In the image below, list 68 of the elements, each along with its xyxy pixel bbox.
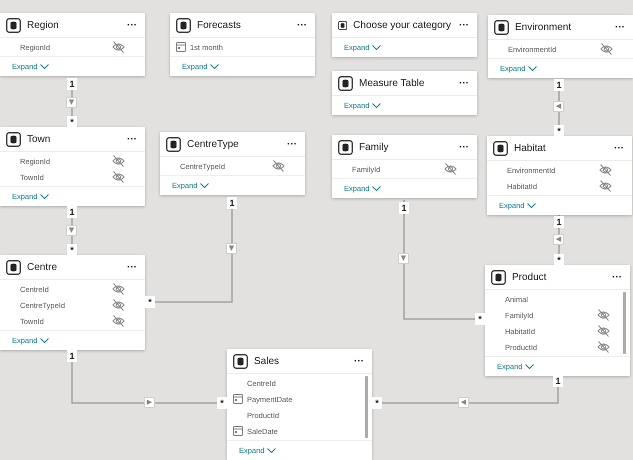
more-options-button[interactable]: ··· xyxy=(457,78,471,88)
cardinality-label: * xyxy=(217,397,227,409)
more-options-button[interactable]: ··· xyxy=(457,20,471,30)
chevron-down-icon xyxy=(372,186,382,192)
more-options-button[interactable]: ··· xyxy=(612,142,626,154)
chevron-down-icon xyxy=(525,364,534,370)
more-options-button[interactable]: ··· xyxy=(125,262,139,272)
table-icon xyxy=(494,20,509,34)
calendar-icon xyxy=(176,42,186,52)
more-options-button[interactable]: ··· xyxy=(457,142,471,152)
more-options-button[interactable]: ··· xyxy=(352,356,366,366)
chevron-down-icon xyxy=(267,448,276,454)
cardinality-label: * xyxy=(554,125,564,137)
table-title: Forecasts xyxy=(197,20,242,30)
table-icon xyxy=(491,270,506,284)
cardinality-label: * xyxy=(554,254,564,266)
chevron-down-icon xyxy=(40,194,50,200)
cardinality-label: 1 xyxy=(67,78,77,90)
chevron-down-icon xyxy=(527,202,536,208)
cardinality-label: 1 xyxy=(399,202,409,214)
table-title: Town xyxy=(27,134,52,144)
cardinality-label: * xyxy=(67,244,77,256)
more-options-button[interactable]: ··· xyxy=(125,134,139,144)
table-icon xyxy=(233,354,248,368)
table-title: CentreType xyxy=(187,138,240,150)
table-icon xyxy=(493,140,508,156)
scrollbar[interactable] xyxy=(365,376,368,438)
cardinality-label: 1 xyxy=(67,206,77,218)
table-title: Product xyxy=(512,272,548,282)
table-icon xyxy=(338,76,353,90)
chevron-down-icon xyxy=(40,64,50,70)
table-title: Environment xyxy=(515,22,572,32)
cardinality-label: 1 xyxy=(227,197,237,209)
more-options-button[interactable]: ··· xyxy=(295,20,309,30)
cardinality-label: 1 xyxy=(554,216,564,228)
cardinality-label: * xyxy=(372,397,382,409)
cardinality-label: * xyxy=(475,313,485,325)
table-title: Choose your category xyxy=(353,20,451,30)
calendar-icon xyxy=(233,394,243,404)
cardinality-label: 1 xyxy=(554,79,564,91)
chevron-down-icon xyxy=(40,338,50,344)
table-title: Measure Table xyxy=(359,78,426,88)
cardinality-label: 1 xyxy=(67,350,77,362)
table-icon xyxy=(6,260,21,274)
table-icon xyxy=(6,18,21,32)
more-options-button[interactable]: ··· xyxy=(613,22,627,32)
cardinality-label: 1 xyxy=(553,375,563,387)
chevron-down-icon xyxy=(372,44,382,50)
table-icon xyxy=(6,132,21,146)
chevron-down-icon xyxy=(372,102,382,108)
table-icon xyxy=(166,136,181,152)
table-icon xyxy=(176,18,191,32)
scrollbar[interactable] xyxy=(623,292,626,354)
more-options-button[interactable]: ··· xyxy=(125,20,139,30)
more-options-button[interactable]: ··· xyxy=(610,272,624,282)
cardinality-label: * xyxy=(67,116,77,128)
table-icon xyxy=(338,140,353,154)
table-title: Habitat xyxy=(514,142,547,154)
chevron-down-icon xyxy=(200,182,210,188)
table-title: Sales xyxy=(254,356,280,366)
more-options-button[interactable]: ··· xyxy=(285,138,299,150)
table-title: Family xyxy=(359,142,390,152)
table-title: Region xyxy=(27,20,60,30)
chevron-down-icon xyxy=(528,66,538,72)
cardinality-label: * xyxy=(145,296,155,308)
chevron-down-icon xyxy=(210,64,220,70)
table-title: Centre xyxy=(27,262,58,272)
calendar-icon xyxy=(233,426,243,436)
